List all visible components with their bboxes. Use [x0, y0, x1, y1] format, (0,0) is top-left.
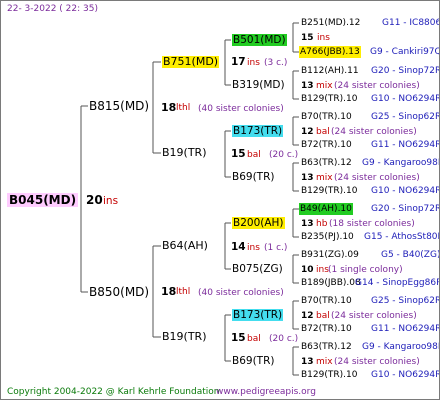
gen2-d-number: 15 — [231, 332, 246, 344]
gen4-3-number: 13 — [301, 173, 314, 183]
gen4-7-colonies: (24 sister colonies) — [334, 357, 420, 367]
root-queen[interactable]: B045(MD) — [7, 193, 79, 207]
gen4-6-suffix: bal — [316, 311, 330, 321]
gen4-7-line1-right: G9 - Kangaroo98R — [362, 342, 440, 352]
gen2-c-queen[interactable]: B64(AH) — [162, 240, 208, 252]
gen1-bottom-queen[interactable]: B850(MD) — [89, 286, 149, 298]
gen4-4-line3[interactable]: B235(PJ).10 — [301, 231, 354, 243]
gen4-2-line3[interactable]: B72(TR).10 — [301, 139, 352, 151]
gen2-a-suffix: ins — [247, 58, 260, 68]
gen4-3-line3-right: G10 - NO6294R — [371, 186, 440, 196]
gen4-4-number: 13 — [301, 219, 314, 229]
gen3-queen-5[interactable]: B200(AH) — [232, 217, 285, 229]
gen3-queen-4[interactable]: B69(TR) — [232, 171, 274, 183]
gen4-0-number: 15 — [301, 33, 314, 43]
gen1-top-suffix: lthl — [176, 103, 191, 113]
gen1-bottom-colonies: (40 sister colonies) — [198, 288, 284, 298]
gen3-queen-6[interactable]: B075(ZG) — [232, 263, 283, 275]
gen4-6-number: 12 — [301, 311, 314, 321]
gen4-5-line1[interactable]: B931(ZG).09 — [301, 249, 359, 261]
footer-site-link[interactable]: www.pedigreeapis.org — [216, 386, 316, 398]
gen2-c-number: 14 — [231, 241, 246, 253]
gen4-6-line3[interactable]: B72(TR).10 — [301, 323, 352, 335]
gen4-5-suffix: ins — [316, 265, 329, 275]
gen2-d-colonies: (20 c.) — [269, 334, 299, 344]
gen4-2-number: 12 — [301, 127, 314, 137]
gen4-2-line1[interactable]: B70(TR).10 — [301, 111, 352, 123]
gen2-d-suffix: bal — [247, 334, 261, 344]
gen2-c-suffix: ins — [247, 243, 260, 253]
gen1-top-colonies: (40 sister colonies) — [198, 104, 284, 114]
footer-copyright: Copyright 2004-2022 @ Karl Kehrle Founda… — [7, 387, 220, 397]
gen4-1-line1[interactable]: B112(AH).11 — [301, 65, 359, 77]
gen4-3-line1[interactable]: B63(TR).12 — [301, 157, 352, 169]
gen4-5-number: 10 — [301, 265, 314, 275]
gen4-4-colonies: (18 sister colonies) — [329, 219, 415, 229]
gen4-1-suffix: mix — [316, 81, 333, 91]
gen2-b-colonies: (20 c.) — [269, 150, 299, 160]
gen1-bottom-suffix: lthl — [176, 287, 191, 297]
gen4-5-line3[interactable]: B189(JBB).08 — [301, 277, 361, 289]
gen2-d-queen[interactable]: B19(TR) — [162, 331, 207, 343]
gen1-top-number: 18 — [161, 101, 177, 114]
gen2-b-queen[interactable]: B19(TR) — [162, 147, 207, 159]
gen4-1-colonies: (24 sister colonies) — [334, 81, 420, 91]
gen4-7-line1[interactable]: B63(TR).12 — [301, 341, 352, 353]
gen3-queen-1[interactable]: B501(MD) — [232, 34, 287, 46]
gen4-2-line1-right: G25 - Sinop62R — [371, 112, 440, 122]
gen4-4-line3-right: G15 - AthosSt80R — [364, 232, 440, 242]
gen2-b-number: 15 — [231, 148, 246, 160]
gen4-3-colonies: (24 sister colonies) — [334, 173, 420, 183]
gen4-0-line3-right: G9 - Cankiri97Q — [370, 47, 440, 57]
gen4-7-number: 13 — [301, 357, 314, 367]
root-ins-number: 20 — [86, 193, 103, 207]
gen4-0-suffix: ins — [317, 33, 330, 43]
gen4-7-suffix: mix — [316, 357, 333, 367]
gen3-queen-2[interactable]: B319(MD) — [232, 79, 285, 91]
gen4-3-suffix: mix — [316, 173, 333, 183]
gen3-queen-3[interactable]: B173(TR) — [232, 125, 284, 137]
gen4-1-line1-right: G20 - Sinop72R — [371, 66, 440, 76]
gen4-1-number: 13 — [301, 81, 314, 91]
gen1-bottom-number: 18 — [161, 285, 177, 298]
gen4-1-line3-right: G10 - NO6294R — [371, 94, 440, 104]
gen2-a-colonies: (3 c.) — [264, 58, 288, 68]
gen4-4-line1[interactable]: B49(AH).10 — [299, 203, 353, 215]
gen2-a-number: 17 — [231, 56, 246, 68]
gen2-c-colonies: (1 c.) — [264, 243, 288, 253]
gen4-4-line1-right: G20 - Sinop72R — [371, 204, 440, 214]
gen2-a-queen[interactable]: B751(MD) — [162, 56, 220, 68]
gen2-b-suffix: bal — [247, 150, 261, 160]
gen4-2-suffix: bal — [316, 127, 330, 137]
gen4-3-line3[interactable]: B129(TR).10 — [301, 185, 357, 197]
gen4-3-line1-right: G9 - Kangaroo98R — [362, 158, 440, 168]
gen4-4-suffix: hb — [316, 219, 328, 229]
gen4-0-line1[interactable]: B251(MD).12 — [301, 17, 360, 29]
gen4-0-line1-right: G11 - IC8806 — [382, 18, 440, 28]
gen4-5-line1-right: G5 - B40(ZG) — [381, 250, 440, 260]
gen3-queen-7[interactable]: B173(TR) — [232, 309, 284, 321]
gen4-0-line3[interactable]: A766(JBB).13 — [299, 46, 361, 58]
pedigree-frame: 22- 3-2022 ( 22: 35) B045(MD) 20 ins B81… — [0, 0, 440, 400]
gen4-5-line3-right: G14 - SinopEgg86R — [355, 278, 440, 288]
gen4-7-line3[interactable]: B129(TR).10 — [301, 369, 357, 381]
report-date: 22- 3-2022 ( 22: 35) — [7, 4, 98, 14]
gen4-2-line3-right: G11 - NO6294R — [371, 140, 440, 150]
gen4-7-line3-right: G10 - NO6294R — [371, 370, 440, 380]
gen4-6-colonies: (24 sister colonies) — [331, 311, 417, 321]
gen4-1-line3[interactable]: B129(TR).10 — [301, 93, 357, 105]
gen4-6-line1-right: G25 - Sinop62R — [371, 296, 440, 306]
gen3-queen-8[interactable]: B69(TR) — [232, 355, 274, 367]
gen4-5-colonies: (1 single colony) — [328, 265, 403, 275]
gen4-6-line3-right: G11 - NO6294R — [371, 324, 440, 334]
gen4-2-colonies: (24 sister colonies) — [331, 127, 417, 137]
gen4-6-line1[interactable]: B70(TR).10 — [301, 295, 352, 307]
root-ins: ins — [103, 195, 119, 207]
gen1-top-queen[interactable]: B815(MD) — [89, 100, 149, 112]
